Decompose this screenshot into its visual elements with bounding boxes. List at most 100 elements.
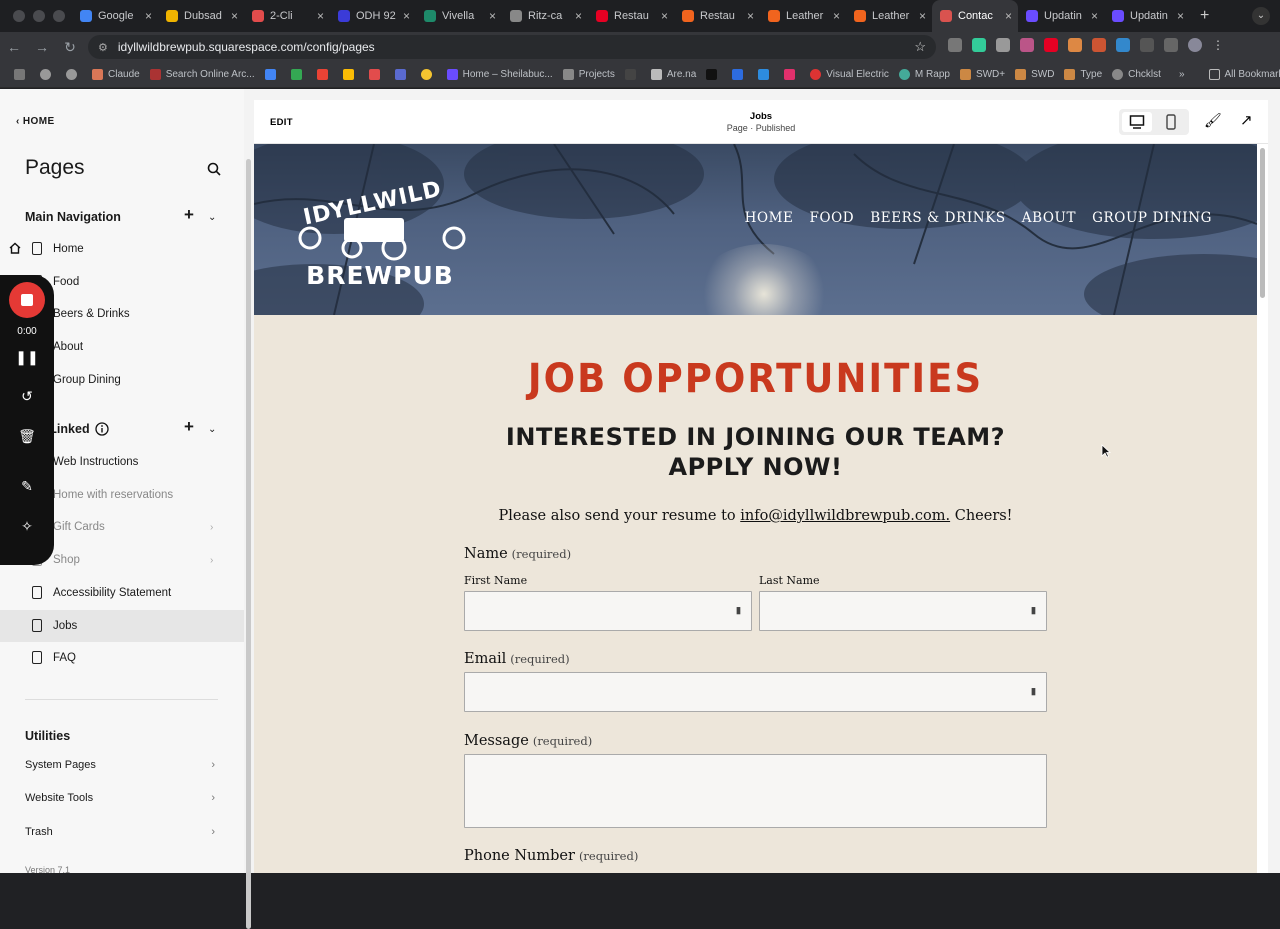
extension-icon[interactable] xyxy=(1020,38,1034,52)
close-tab-icon[interactable]: × xyxy=(403,9,410,23)
extension-icon[interactable] xyxy=(996,38,1010,52)
all-bookmarks[interactable]: All Bookmarks xyxy=(1209,69,1280,80)
close-tab-icon[interactable]: × xyxy=(231,9,238,23)
close-tab-icon[interactable]: × xyxy=(1177,9,1184,23)
bookmark-claude[interactable]: Claude xyxy=(92,69,140,80)
bookmark-chcklst[interactable]: Chcklst xyxy=(1112,69,1161,80)
close-tab-icon[interactable]: × xyxy=(833,9,840,23)
bookmark-icon[interactable] xyxy=(343,69,359,80)
reload-icon[interactable]: ↻ xyxy=(56,39,84,56)
page-item-accessibility-statement[interactable]: Accessibility Statement xyxy=(0,577,244,609)
browser-tab[interactable]: 2-Cli× xyxy=(244,0,330,32)
password-manager-icon[interactable]: ▮ xyxy=(1031,605,1040,616)
pen-icon[interactable]: ✎ xyxy=(0,478,54,495)
page-item-home[interactable]: Home xyxy=(0,233,244,265)
bookmark-m-rapp[interactable]: M Rapp xyxy=(899,69,950,80)
browser-tab[interactable]: Restau× xyxy=(588,0,674,32)
bookmark-swd-plus[interactable]: SWD+ xyxy=(960,69,1005,80)
bookmark-arena[interactable]: Are.na xyxy=(651,69,696,80)
bookmark-icon[interactable] xyxy=(421,69,437,80)
desktop-view-button[interactable] xyxy=(1122,112,1152,132)
password-manager-icon[interactable]: ▮ xyxy=(736,605,745,616)
extension-icon[interactable] xyxy=(1068,38,1082,52)
page-item-jobs[interactable]: Jobs xyxy=(0,610,244,642)
open-external-arrow-icon[interactable]: ↗ xyxy=(1240,111,1253,129)
extension-icon[interactable] xyxy=(948,38,962,52)
site-styles-brush-icon[interactable]: 🖌 xyxy=(1204,112,1222,129)
website-tools-item[interactable]: Website Tools› xyxy=(25,792,215,804)
browser-tab[interactable]: Leather× xyxy=(760,0,846,32)
browser-tab[interactable]: Vivella× xyxy=(416,0,502,32)
site-nav-link[interactable]: HOME xyxy=(745,210,794,226)
pause-icon[interactable]: ❚❚ xyxy=(0,349,54,366)
close-tab-icon[interactable]: × xyxy=(145,9,152,23)
browser-tab[interactable]: Google× xyxy=(72,0,158,32)
magic-wand-icon[interactable]: ✧ xyxy=(0,518,54,535)
trash-item[interactable]: Trash› xyxy=(25,826,215,838)
bookmark-icon[interactable] xyxy=(395,69,411,80)
browser-tab[interactable]: Ritz-ca× xyxy=(502,0,588,32)
extension-icon[interactable] xyxy=(1092,38,1106,52)
close-tab-icon[interactable]: × xyxy=(919,9,926,23)
chevron-down-icon[interactable]: ⌄ xyxy=(208,424,216,435)
browser-tab[interactable]: Leather× xyxy=(846,0,932,32)
extension-icon[interactable] xyxy=(1140,38,1154,52)
browser-tab[interactable]: Restau× xyxy=(674,0,760,32)
message-textarea[interactable] xyxy=(464,754,1047,828)
bookmark-star-icon[interactable]: ☆ xyxy=(914,39,926,55)
restart-icon[interactable]: ↺ xyxy=(0,388,54,405)
extensions-puzzle-icon[interactable] xyxy=(1164,38,1178,52)
profile-avatar[interactable] xyxy=(1188,38,1202,52)
close-tab-icon[interactable]: × xyxy=(661,9,668,23)
bookmark-icon[interactable] xyxy=(265,69,281,80)
bookmark-icon[interactable] xyxy=(369,69,385,80)
add-page-icon[interactable]: + xyxy=(184,417,194,437)
extension-icon[interactable] xyxy=(1116,38,1130,52)
stop-recording-button[interactable] xyxy=(9,282,45,318)
email-link[interactable]: info@idyllwildbrewpub.com. xyxy=(740,508,950,524)
bookmark-icon[interactable] xyxy=(66,69,82,80)
bookmark-home-sheila[interactable]: Home – Sheilabuc... xyxy=(447,69,553,80)
bookmark-icon[interactable] xyxy=(706,69,722,80)
info-icon[interactable] xyxy=(95,422,109,436)
bookmark-icon[interactable] xyxy=(317,69,333,80)
bookmark-projects[interactable]: Projects xyxy=(563,69,615,80)
browser-tab[interactable]: Contac× xyxy=(932,0,1018,32)
close-tab-icon[interactable]: × xyxy=(575,9,582,23)
forward-icon[interactable]: → xyxy=(28,39,56,55)
bookmark-swd[interactable]: SWD xyxy=(1015,69,1054,80)
idyllwild-brewpub-logo[interactable]: IDYLLWILD BREWPUB xyxy=(294,180,474,290)
tab-search-icon[interactable]: ⌄ xyxy=(1252,7,1270,25)
site-nav-link[interactable]: ABOUT xyxy=(1022,210,1076,226)
apps-icon[interactable] xyxy=(14,69,30,80)
chevron-down-icon[interactable]: ⌄ xyxy=(208,212,216,223)
address-bar[interactable]: ⚙ idyllwildbrewpub.squarespace.com/confi… xyxy=(88,35,936,59)
close-tab-icon[interactable]: × xyxy=(1005,9,1012,23)
password-manager-icon[interactable]: ▮ xyxy=(1031,686,1040,697)
site-nav-link[interactable]: FOOD xyxy=(810,210,855,226)
close-tab-icon[interactable]: × xyxy=(489,9,496,23)
bookmark-search-archive[interactable]: Search Online Arc... xyxy=(150,69,255,80)
bookmark-icon[interactable] xyxy=(291,69,307,80)
site-nav-link[interactable]: BEERS & DRINKS xyxy=(870,210,1006,226)
close-tab-icon[interactable]: × xyxy=(317,9,324,23)
first-name-input[interactable]: ▮ xyxy=(464,591,752,631)
browser-tab[interactable]: Dubsad× xyxy=(158,0,244,32)
home-back-link[interactable]: ‹ HOME xyxy=(16,116,55,127)
bookmark-icon[interactable] xyxy=(758,69,774,80)
search-icon[interactable] xyxy=(207,162,221,176)
system-pages-item[interactable]: System Pages› xyxy=(25,759,215,771)
browser-menu-icon[interactable]: ⋮ xyxy=(1212,38,1220,52)
new-tab-button[interactable]: + xyxy=(1200,7,1209,25)
sidebar-scrollbar[interactable] xyxy=(246,159,251,929)
browser-tab[interactable]: Updatin× xyxy=(1018,0,1104,32)
close-tab-icon[interactable]: × xyxy=(747,9,754,23)
back-icon[interactable]: ← xyxy=(0,39,28,55)
extension-icon[interactable] xyxy=(1044,38,1058,52)
bookmarks-overflow-icon[interactable]: » xyxy=(1179,69,1185,80)
add-page-icon[interactable]: + xyxy=(184,205,194,225)
site-nav-link[interactable]: GROUP DINING xyxy=(1092,210,1212,226)
bookmark-icon[interactable] xyxy=(732,69,748,80)
close-tab-icon[interactable]: × xyxy=(1091,9,1098,23)
preview-scrollbar[interactable] xyxy=(1260,148,1265,298)
